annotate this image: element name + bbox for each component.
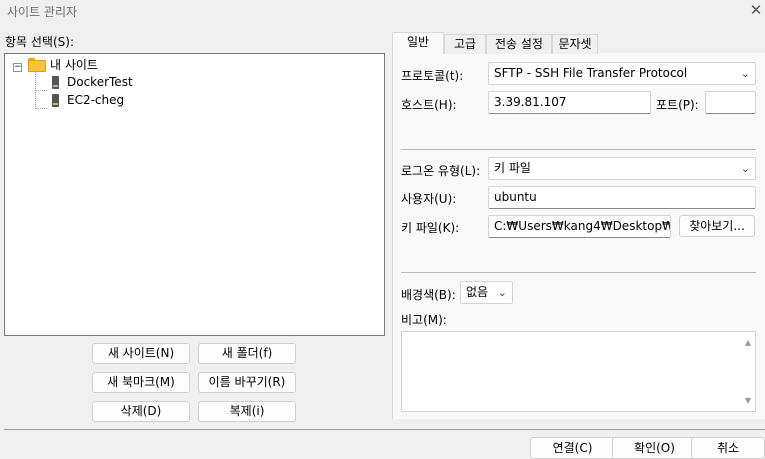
tree-item-label: 내 사이트 <box>50 57 98 72</box>
collapse-icon[interactable]: − <box>13 63 22 72</box>
logon-type-label: 로그온 유형(L): <box>401 164 481 178</box>
new-folder-button[interactable]: 새 폴더(f) <box>198 343 296 364</box>
connect-button[interactable]: 연결(C) <box>530 437 615 459</box>
protocol-value: SFTP - SSH File Transfer Protocol <box>494 66 688 80</box>
tab-transfer-settings[interactable]: 전송 설정 <box>486 34 552 54</box>
user-label: 사용자(U): <box>401 192 457 206</box>
tree-connector <box>35 90 47 91</box>
logon-type-value: 키 파일 <box>494 161 531 175</box>
tree-item-dockertest[interactable]: DockerTest <box>52 73 133 91</box>
protocol-label: 프로토콜(t): <box>401 69 464 83</box>
comment-label: 비고(M): <box>401 313 447 327</box>
background-color-value: 없음 <box>466 285 489 299</box>
background-color-label: 배경색(B): <box>401 288 456 302</box>
footer-divider <box>4 429 765 430</box>
background-color-select[interactable]: 없음 ⌄ <box>460 281 513 304</box>
close-icon[interactable]: ✕ <box>746 0 765 20</box>
browse-button[interactable]: 찾아보기... <box>679 215 755 237</box>
scroll-up-icon[interactable]: ▲ <box>745 338 751 347</box>
comment-textarea[interactable]: ▲ ▼ <box>401 331 756 412</box>
keyfile-label: 키 파일(K): <box>401 221 460 235</box>
protocol-select[interactable]: SFTP - SSH File Transfer Protocol ⌄ <box>488 62 756 85</box>
divider <box>401 272 756 273</box>
scroll-down-icon[interactable]: ▼ <box>745 396 751 405</box>
new-bookmark-button[interactable]: 새 북마크(M) <box>92 372 190 393</box>
ok-button[interactable]: 확인(O) <box>612 437 697 459</box>
logon-type-select[interactable]: 키 파일 ⌄ <box>488 157 756 180</box>
cancel-button[interactable]: 취소 <box>691 437 765 459</box>
tree-item-ec2-cheg[interactable]: EC2-cheg <box>52 91 124 109</box>
delete-button[interactable]: 삭제(D) <box>92 401 190 422</box>
tree-label: 항목 선택(S): <box>5 35 74 49</box>
tree-item-label: DockerTest <box>67 75 133 89</box>
server-icon <box>52 93 59 107</box>
tree-item-my-sites[interactable]: 내 사이트 <box>28 55 98 73</box>
server-icon <box>52 75 59 89</box>
tab-charset[interactable]: 문자셋 <box>552 34 598 54</box>
keyfile-input[interactable]: C:₩Users₩kang4₩Desktop₩DY₩ <box>488 215 671 238</box>
host-label: 호스트(H): <box>401 98 457 112</box>
window-title: 사이트 관리자 <box>7 5 78 19</box>
chevron-down-icon: ⌄ <box>740 67 750 80</box>
chevron-down-icon: ⌄ <box>497 286 507 299</box>
copy-button[interactable]: 복제(i) <box>198 401 296 422</box>
divider <box>401 149 756 150</box>
tab-advanced[interactable]: 고급 <box>444 34 486 54</box>
rename-button[interactable]: 이름 바꾸기(R) <box>198 372 296 393</box>
folder-icon <box>28 58 46 72</box>
tree-connector <box>35 108 47 109</box>
tab-general[interactable]: 일반 <box>392 32 444 54</box>
title-bar: 사이트 관리자 ✕ <box>0 0 765 22</box>
tree-item-label: EC2-cheg <box>67 93 125 107</box>
site-tree[interactable]: − 내 사이트 DockerTest EC2-cheg <box>4 53 385 336</box>
port-input[interactable] <box>705 91 756 114</box>
chevron-down-icon: ⌄ <box>740 162 750 175</box>
new-site-button[interactable]: 새 사이트(N) <box>92 343 190 364</box>
port-label: 포트(P): <box>656 98 699 112</box>
user-input[interactable]: ubuntu <box>488 186 756 209</box>
host-input[interactable]: 3.39.81.107 <box>488 91 651 114</box>
